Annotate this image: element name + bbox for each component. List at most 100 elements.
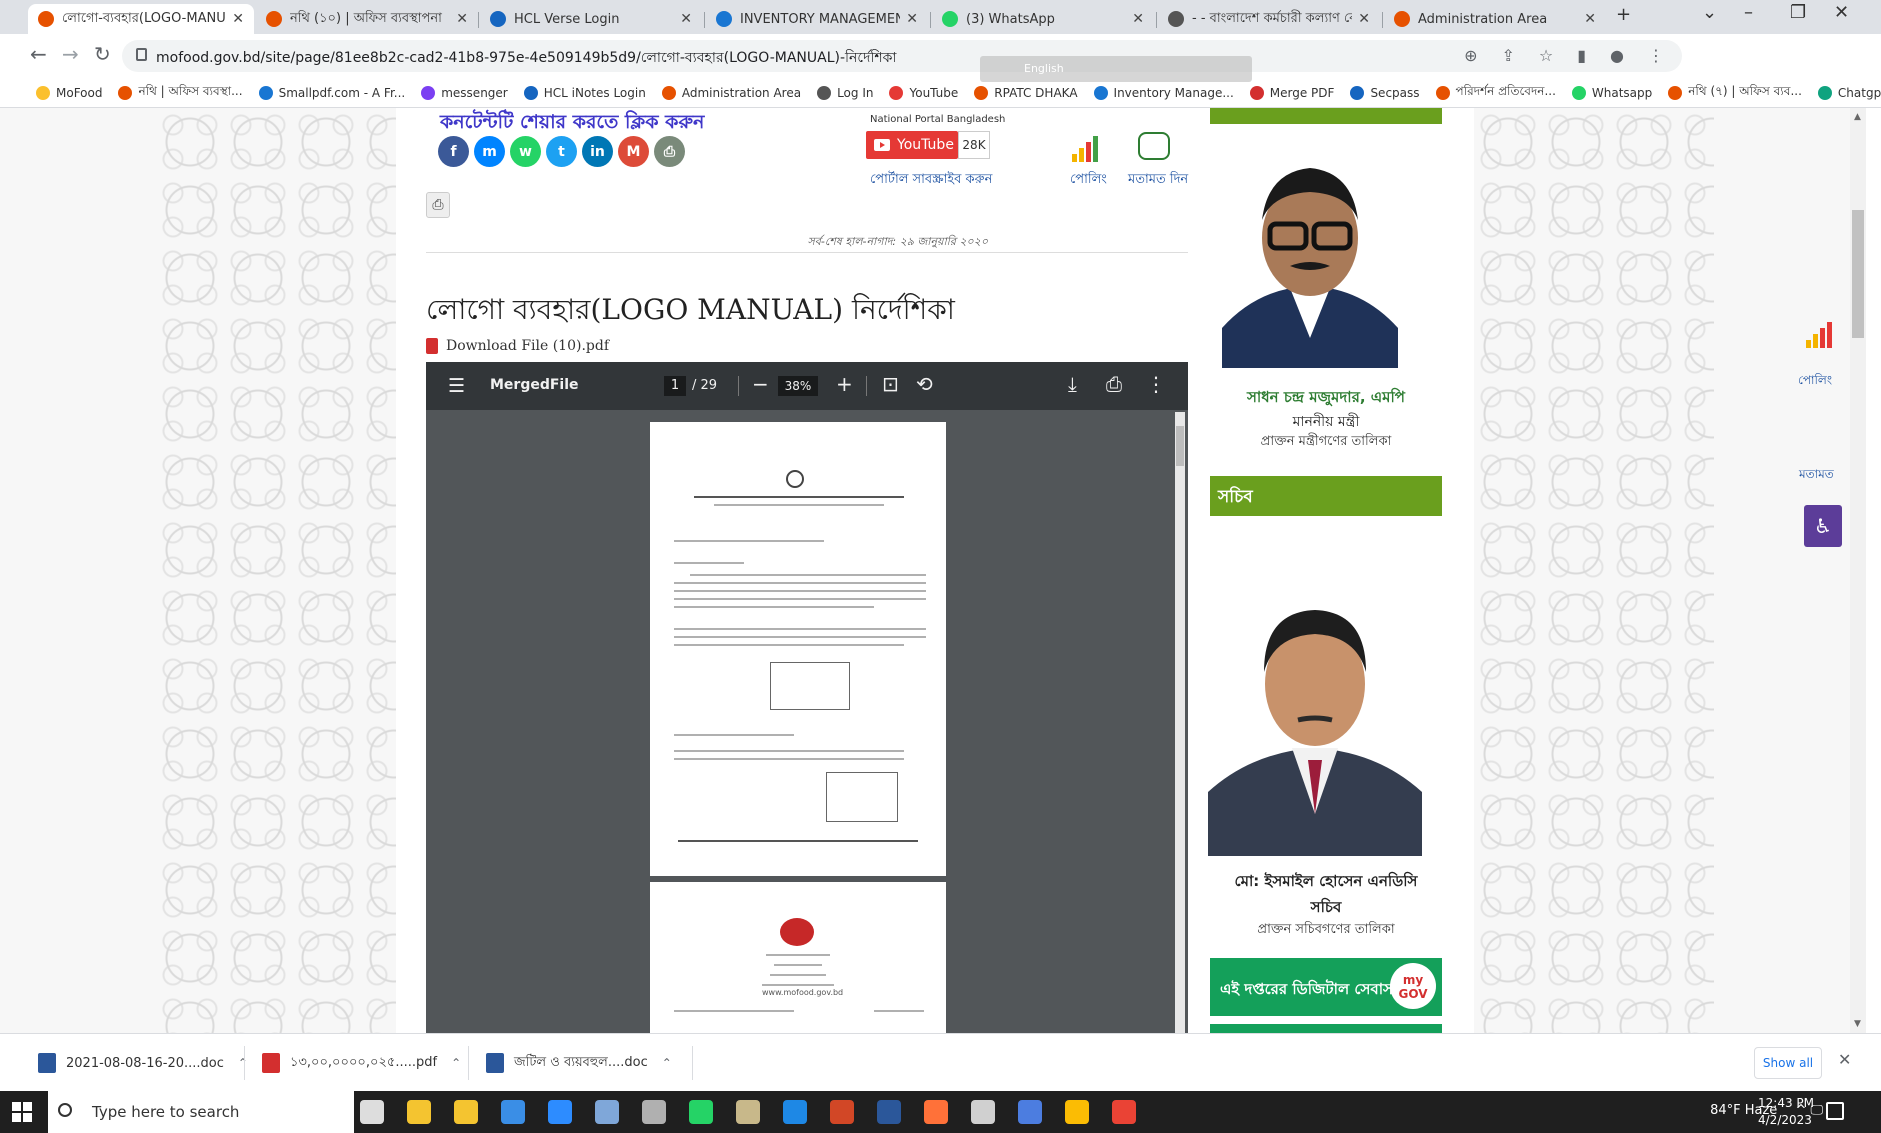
zoom-level[interactable]: 38% — [778, 376, 818, 396]
tab-kalyan-board[interactable]: - - বাংলাদেশ কর্মচারী কল্যাণ বো ✕ — [1158, 4, 1380, 34]
close-tab-icon[interactable]: ✕ — [232, 11, 244, 27]
pdf-print-icon[interactable]: ⎙ — [1106, 372, 1122, 396]
bookmark-item[interactable]: নথি (৭) | অফিস ব্যব... — [1668, 83, 1802, 103]
tab-administration[interactable]: Administration Area ✕ — [1384, 4, 1606, 34]
bookmark-star-icon[interactable]: ☆ — [1539, 46, 1553, 65]
side-panel-icon[interactable]: ▮ — [1577, 46, 1586, 65]
secretary-name[interactable]: মো: ইসমাইল হোসেন এনডিসি — [1210, 870, 1442, 895]
store-icon[interactable] — [454, 1100, 478, 1124]
app-rocket-icon[interactable] — [642, 1100, 666, 1124]
bookmark-item[interactable]: Secpass — [1350, 85, 1420, 100]
tab-inventory[interactable]: INVENTORY MANAGEMENT SYS ✕ — [706, 4, 928, 34]
download-item[interactable]: 2021-08-08-16-20....doc ⌃ — [38, 1034, 248, 1092]
chevron-up-icon[interactable]: ⌃ — [451, 1056, 461, 1070]
pdf-download-icon[interactable]: ⤓ — [1068, 372, 1077, 396]
taskbar-search[interactable]: Type here to search — [48, 1091, 354, 1133]
tab-nothi[interactable]: নথি (১০) | অফিস ব্যবস্থাপনা ✕ — [256, 4, 478, 34]
bookmark-item[interactable]: Chatgpt — [1817, 85, 1881, 100]
rotate-icon[interactable]: ⟲ — [916, 372, 933, 396]
accessibility-button[interactable]: ♿ — [1804, 505, 1842, 547]
reload-button[interactable]: ↻ — [94, 42, 111, 66]
share-button-icon[interactable]: ⎙ — [654, 136, 685, 167]
mail-icon[interactable] — [501, 1100, 525, 1124]
bookmark-item[interactable]: পরিদর্শন প্রতিবেদন... — [1435, 83, 1556, 103]
print-button[interactable]: ⎙ — [426, 192, 450, 218]
zoom-out-button[interactable]: − — [752, 372, 769, 396]
download-item[interactable]: ১৩,০০,০০০০,০২৫.....pdf ⌃ — [262, 1034, 461, 1092]
bookmark-item[interactable]: Smallpdf.com - A Fr... — [258, 85, 405, 100]
pdf-menu-icon[interactable]: ☰ — [448, 375, 465, 397]
tab-logo-manual[interactable]: লোগো-ব্যবহার(LOGO-MANUAL) ✕ — [28, 4, 254, 34]
fit-page-icon[interactable]: ⊡ — [882, 372, 899, 396]
pdf-viewer[interactable]: ☰ MergedFile 1 / 29 − 38% + ⊡ ⟲ ⤓ ⎙ ⋮ ww… — [426, 362, 1188, 1033]
address-bar[interactable]: mofood.gov.bd/site/page/81ee8b2c-cad2-41… — [122, 40, 1682, 72]
close-window-button[interactable]: ✕ — [1834, 2, 1849, 23]
minimize-button[interactable]: – — [1744, 2, 1753, 23]
bookmark-item[interactable]: MoFood — [36, 85, 102, 100]
whatsapp-icon[interactable] — [689, 1100, 713, 1124]
tab-search-icon[interactable]: ⌄ — [1702, 2, 1717, 23]
share-button-icon[interactable]: t — [546, 136, 577, 167]
feedback-link[interactable]: মতামত দিন — [1128, 170, 1188, 191]
bookmark-item[interactable]: Whatsapp — [1571, 85, 1652, 100]
chevron-up-icon[interactable]: ⌃ — [238, 1056, 248, 1070]
show-all-button[interactable]: Show all — [1754, 1047, 1822, 1079]
forward-button[interactable]: → — [62, 42, 79, 66]
start-button[interactable] — [12, 1102, 32, 1122]
poll-link[interactable]: পোলিং — [1070, 170, 1107, 191]
tab-whatsapp[interactable]: (3) WhatsApp ✕ — [932, 4, 1154, 34]
chevron-up-icon[interactable]: ⌃ — [662, 1056, 672, 1070]
youtube-subscribe-button[interactable]: YouTube — [866, 131, 958, 159]
firefox-icon[interactable] — [924, 1100, 948, 1124]
minister-name[interactable]: সাধন চন্দ্র মজুমদার, এমপি — [1210, 386, 1442, 411]
bookmark-item[interactable]: নথি | অফিস ব্যবস্থা... — [118, 83, 243, 103]
bookmark-item[interactable]: YouTube — [889, 85, 958, 100]
task-view-icon[interactable] — [360, 1100, 384, 1124]
scroll-down-icon[interactable]: ▼ — [1854, 1019, 1861, 1029]
bookmark-item[interactable]: Inventory Manage... — [1093, 85, 1234, 100]
close-tab-icon[interactable]: ✕ — [1358, 11, 1370, 27]
app-blue-icon[interactable] — [595, 1100, 619, 1124]
floating-feedback-link[interactable]: মতামত — [1799, 466, 1834, 486]
app-calc-icon[interactable] — [736, 1100, 760, 1124]
digital-services-banner[interactable]: এই দপ্তরের ডিজিটাল সেবাসমূহ my GOV — [1210, 958, 1442, 1016]
language-toolbar-overlay[interactable]: English — [980, 56, 1252, 82]
chrome-icon[interactable] — [1065, 1100, 1089, 1124]
url-text[interactable]: mofood.gov.bd/site/page/81ee8b2c-cad2-41… — [156, 46, 897, 70]
share-icon[interactable]: ⇪ — [1501, 46, 1514, 65]
close-tab-icon[interactable]: ✕ — [680, 11, 692, 27]
bookmark-item[interactable]: Log In — [817, 85, 873, 100]
scroll-up-icon[interactable]: ▲ — [1854, 112, 1861, 122]
chrome-2-icon[interactable] — [1112, 1100, 1136, 1124]
tab-hcl-verse[interactable]: HCL Verse Login ✕ — [480, 4, 702, 34]
share-button-icon[interactable]: f — [438, 136, 469, 167]
download-filename[interactable]: Download File (10).pdf — [446, 338, 609, 354]
download-link[interactable]: Download File (10).pdf — [426, 338, 609, 354]
close-tab-icon[interactable]: ✕ — [456, 11, 468, 27]
zoom-icon[interactable]: ⊕ — [1464, 46, 1477, 65]
close-tab-icon[interactable]: ✕ — [1132, 11, 1144, 27]
notification-icon[interactable] — [1826, 1102, 1844, 1120]
back-button[interactable]: ← — [30, 42, 47, 66]
restore-button[interactable]: ❐ — [1790, 2, 1806, 23]
page-scrollbar[interactable]: ▲ ▼ — [1850, 108, 1866, 1033]
feedback-icon[interactable] — [1138, 132, 1170, 160]
word-icon[interactable] — [877, 1100, 901, 1124]
floating-poll-icon[interactable] — [1806, 322, 1832, 348]
bookmark-item[interactable]: messenger — [421, 85, 508, 100]
close-tab-icon[interactable]: ✕ — [1584, 11, 1596, 27]
app-arrow-icon[interactable] — [1018, 1100, 1042, 1124]
file-explorer-icon[interactable] — [407, 1100, 431, 1124]
bookmark-item[interactable]: HCL iNotes Login — [523, 85, 646, 100]
share-button-icon[interactable]: M — [618, 136, 649, 167]
zoom-in-button[interactable]: + — [836, 372, 853, 396]
share-button-icon[interactable]: m — [474, 136, 505, 167]
share-button-icon[interactable]: in — [582, 136, 613, 167]
zoom-icon[interactable] — [548, 1100, 572, 1124]
poll-icon[interactable] — [1072, 136, 1098, 162]
bookmark-item[interactable]: Merge PDF — [1249, 85, 1334, 100]
language-label[interactable]: English — [1024, 62, 1064, 75]
pdf-page-input[interactable]: 1 — [664, 376, 686, 396]
floating-poll-link[interactable]: পোলিং — [1798, 372, 1832, 392]
page-scrollbar-thumb[interactable] — [1852, 210, 1864, 338]
